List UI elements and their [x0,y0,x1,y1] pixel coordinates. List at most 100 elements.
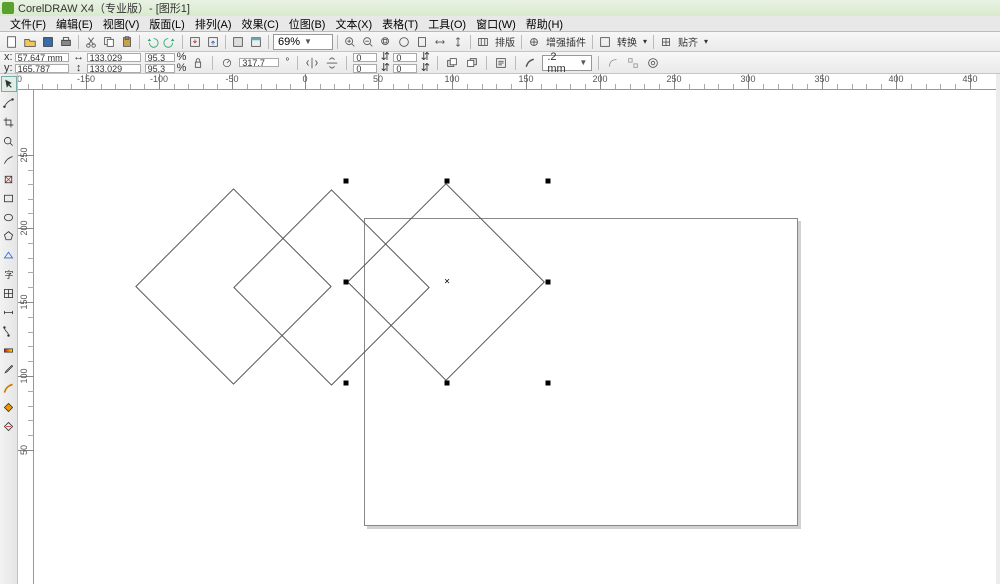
outline-tool[interactable] [1,380,17,396]
fill-tool[interactable] [1,399,17,415]
menu-layout[interactable]: 版面(L) [145,16,188,32]
vertical-ruler[interactable]: 25020015010050 [18,90,34,584]
welcome-button[interactable] [248,34,264,50]
x-value[interactable]: 57.647 mm [15,53,69,62]
spinner-icon[interactable]: ⇵ [419,63,431,73]
dup-y2[interactable]: 0 [393,64,417,73]
vertical-scrollbar[interactable] [996,74,1000,584]
menu-effects[interactable]: 效果(C) [238,16,283,32]
dup-y[interactable]: 0 [353,64,377,73]
h-value[interactable]: 133.029 mm [87,64,141,73]
table-tool[interactable] [1,285,17,301]
w-value[interactable]: 133.029 mm [87,53,141,62]
print-button[interactable] [58,34,74,50]
to-back-button[interactable] [464,55,480,71]
zoom-selection-button[interactable] [378,34,394,50]
save-button[interactable] [40,34,56,50]
freehand-tool[interactable] [1,152,17,168]
panel-button-1[interactable] [475,34,491,50]
spinner-icon[interactable]: ⇵ [419,52,431,62]
paste-button[interactable] [119,34,135,50]
ungroup-button[interactable] [625,55,641,71]
zoom-tool[interactable] [1,133,17,149]
interactive-fill-tool[interactable] [1,418,17,434]
menu-view[interactable]: 视图(V) [99,16,144,32]
menu-table[interactable]: 表格(T) [378,16,422,32]
outline-combo[interactable]: .2 mm ▼ [542,55,592,71]
dimension-tool[interactable] [1,304,17,320]
mirror-v-button[interactable] [324,55,340,71]
panel-label-3[interactable]: 转换 [615,34,639,49]
menu-arrange[interactable]: 排列(A) [191,16,236,32]
selection-handle[interactable] [546,179,551,184]
eyedropper-tool[interactable] [1,361,17,377]
zoom-in-button[interactable] [342,34,358,50]
shape-tool[interactable] [1,95,17,111]
zoom-all-button[interactable] [396,34,412,50]
menu-tools[interactable]: 工具(O) [424,16,470,32]
selection-handle[interactable] [344,381,349,386]
selection-handle[interactable] [445,179,450,184]
horizontal-ruler[interactable]: -200-150-100-500501001502002503003504004… [18,74,1000,90]
menu-bitmap[interactable]: 位图(B) [285,16,330,32]
panel-label-2[interactable]: 增强插件 [544,34,588,49]
selection-center[interactable]: × [444,277,450,288]
selection-handle[interactable] [344,280,349,285]
rectangle-tool[interactable] [1,190,17,206]
wrap-text-button[interactable] [493,55,509,71]
panel-button-2[interactable] [526,34,542,50]
zoom-out-button[interactable] [360,34,376,50]
panel-label-1[interactable]: 排版 [493,34,517,49]
selection-handle[interactable] [344,179,349,184]
import-button[interactable] [187,34,203,50]
ellipse-tool[interactable] [1,209,17,225]
spinner-icon[interactable]: ⇵ [379,63,391,73]
separator [598,56,599,70]
redo-button[interactable] [162,34,178,50]
menu-edit[interactable]: 编辑(E) [52,16,97,32]
y-value[interactable]: 165.787 mm [15,64,69,73]
mirror-h-button[interactable] [304,55,320,71]
zoom-page-button[interactable] [414,34,430,50]
open-button[interactable] [22,34,38,50]
cut-button[interactable] [83,34,99,50]
polygon-tool[interactable] [1,228,17,244]
connector-tool[interactable] [1,323,17,339]
scale-y[interactable]: 95.3 [145,64,175,73]
menu-file[interactable]: 文件(F) [6,16,50,32]
menu-window[interactable]: 窗口(W) [472,16,520,32]
to-front-button[interactable] [444,55,460,71]
options-button[interactable] [645,55,661,71]
lock-ratio-button[interactable] [190,55,206,71]
separator [521,35,522,49]
dup-x2[interactable]: 0 [393,53,417,62]
crop-tool[interactable] [1,114,17,130]
zoom-height-button[interactable] [450,34,466,50]
zoom-combo[interactable]: 69% ▼ [273,34,333,50]
spinner-icon[interactable]: ⇵ [379,52,391,62]
text-tool[interactable]: 字 [1,266,17,282]
new-button[interactable] [4,34,20,50]
selection-handle[interactable] [546,381,551,386]
export-button[interactable] [205,34,221,50]
basic-shapes-tool[interactable] [1,247,17,263]
menu-help[interactable]: 帮助(H) [522,16,567,32]
undo-button[interactable] [144,34,160,50]
zoom-width-button[interactable] [432,34,448,50]
panel-button-3[interactable] [597,34,613,50]
canvas[interactable]: × [34,90,1000,584]
copy-button[interactable] [101,34,117,50]
scale-x[interactable]: 95.3 [145,53,175,62]
selection-handle[interactable] [546,280,551,285]
selection-handle[interactable] [445,381,450,386]
interactive-tool[interactable] [1,342,17,358]
pick-tool[interactable] [1,76,17,92]
panel-label-4[interactable]: 贴齐 [676,34,700,49]
panel-button-4[interactable] [658,34,674,50]
angle-value[interactable]: 317.7 [239,58,279,67]
convert-curves-button[interactable] [605,55,621,71]
app-launch-button[interactable] [230,34,246,50]
menu-text[interactable]: 文本(X) [331,16,376,32]
smart-fill-tool[interactable] [1,171,17,187]
dup-x[interactable]: 0 [353,53,377,62]
